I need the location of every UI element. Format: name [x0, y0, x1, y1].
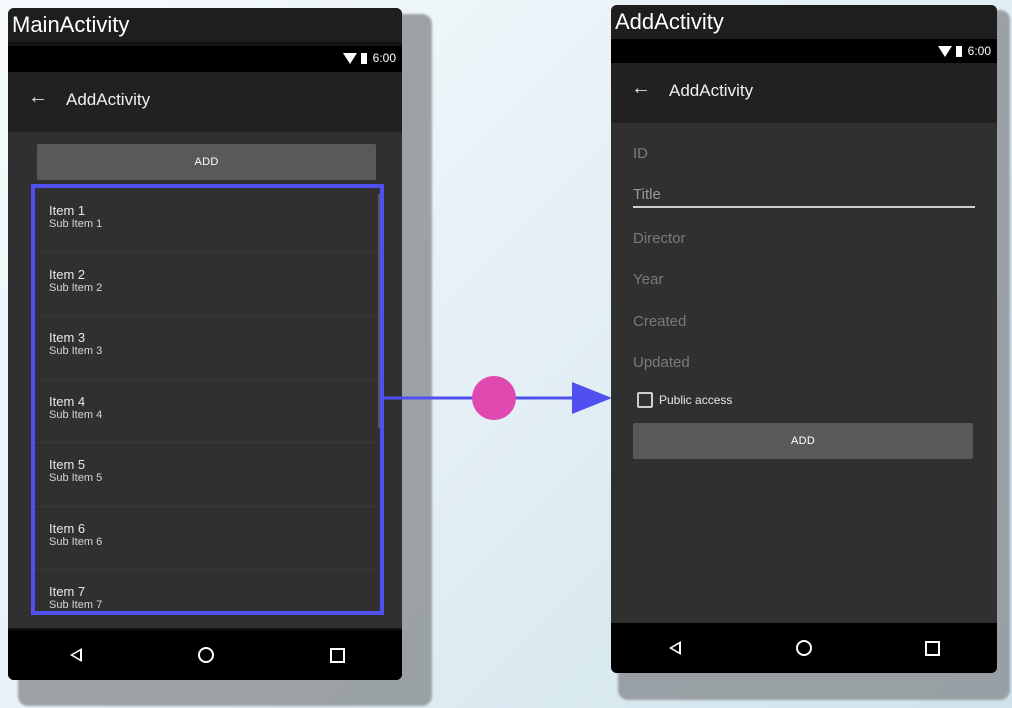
form-content: ID Title Director Year Created Updated P…: [611, 123, 997, 623]
arrow-left-icon[interactable]: ←: [28, 86, 48, 109]
director-field[interactable]: Director: [633, 230, 975, 247]
battery-icon: [955, 45, 962, 57]
status-time: 6:00: [372, 51, 396, 65]
status-bar: 6:00: [611, 39, 997, 65]
wifi-icon: [937, 45, 952, 57]
home-circle-icon[interactable]: [198, 647, 214, 663]
nav-bar: [8, 630, 402, 680]
status-time: 6:00: [967, 44, 991, 58]
id-field[interactable]: ID: [633, 145, 975, 162]
toolbar: ← AddActivity: [611, 63, 997, 123]
recents-square-icon[interactable]: [925, 641, 940, 656]
nav-bar: [611, 623, 997, 673]
window-title: MainActivity: [8, 8, 402, 42]
add-activity-phone: AddActivity 6:00 ← AddActivity ID Title …: [611, 5, 997, 673]
title-field[interactable]: Title: [633, 186, 975, 208]
add-button[interactable]: ADD: [37, 144, 376, 180]
window-title: AddActivity: [611, 5, 997, 39]
updated-field[interactable]: Updated: [633, 354, 975, 371]
toolbar-title: AddActivity: [66, 90, 151, 109]
navigation-connector: [380, 376, 612, 420]
list-highlight-frame: [31, 184, 384, 615]
year-field[interactable]: Year: [633, 271, 975, 288]
recents-square-icon[interactable]: [330, 648, 345, 663]
public-access-label: Public access: [659, 393, 733, 407]
status-bar: 6:00: [8, 46, 402, 72]
arrow-head: [572, 382, 612, 414]
toolbar-title: AddActivity: [669, 81, 754, 100]
wifi-icon: [342, 52, 357, 64]
checkbox-icon[interactable]: [637, 392, 653, 408]
public-access-checkbox-row[interactable]: Public access: [637, 392, 732, 408]
home-circle-icon[interactable]: [796, 640, 812, 656]
add-button[interactable]: ADD: [633, 423, 973, 459]
battery-icon: [360, 52, 367, 64]
arrow-left-icon[interactable]: ←: [631, 77, 651, 100]
back-triangle-icon[interactable]: [669, 641, 681, 655]
toolbar: ← AddActivity: [8, 72, 402, 132]
back-triangle-icon[interactable]: [70, 648, 82, 662]
connector-dot: [472, 376, 516, 420]
created-field[interactable]: Created: [633, 313, 975, 330]
